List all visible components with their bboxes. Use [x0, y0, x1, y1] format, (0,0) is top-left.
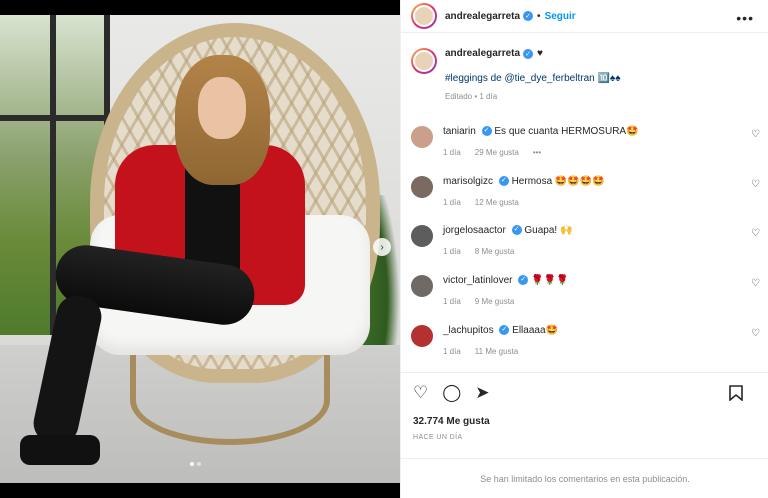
comment-likes[interactable]: 12 Me gusta [475, 198, 519, 207]
comment-item: victor_latinlover ✓ 🌹🌹🌹 1 día 9 Me gusta… [411, 275, 761, 306]
comment-like-heart-icon[interactable]: ♡ [751, 229, 761, 239]
comment-like-heart-icon[interactable]: ♡ [751, 329, 761, 339]
photo-chair-base [130, 355, 330, 445]
carousel-dot [197, 462, 201, 466]
caption-author-avatar[interactable] [411, 48, 437, 74]
comment-avatar[interactable] [411, 325, 433, 347]
comment-text: Es que cuanta HERMOSURA🤩 [494, 126, 639, 137]
header-separator: • [537, 10, 541, 22]
post-caption: andrealegarreta ✓ ♥ #leggings de @tie_dy… [411, 48, 759, 101]
photo-scene [0, 15, 400, 483]
comment-username[interactable]: _lachupitos [443, 325, 494, 336]
comment-time: 1 día [443, 347, 461, 356]
post-image[interactable]: › [0, 0, 400, 498]
comment-time: 1 día [443, 148, 461, 157]
verified-badge-icon: ✓ [523, 48, 534, 59]
comment-more-icon[interactable]: ••• [533, 148, 541, 157]
verified-badge-icon: ✓ [481, 126, 492, 137]
carousel-dot-active [190, 462, 194, 466]
comment-text: Hermosa 🤩🤩🤩🤩 [511, 176, 605, 187]
more-options-icon[interactable]: ••• [736, 10, 754, 26]
comment-item: taniarin ✓ Es que cuanta HERMOSURA🤩 1 dí… [411, 126, 761, 157]
verified-badge-icon: ✓ [511, 225, 522, 236]
post-header: andrealegarreta ✓ • Seguir ••• [401, 0, 768, 33]
comment-time: 1 día [443, 247, 461, 256]
comment-item: jorgelosaactor ✓ Guapa! 🙌 1 día 8 Me gus… [411, 225, 761, 256]
comment-likes[interactable]: 11 Me gusta [475, 347, 518, 356]
comment-username[interactable]: jorgelosaactor [443, 225, 506, 236]
chevron-right-icon: › [380, 241, 384, 253]
photo-face [198, 77, 246, 139]
post-sidebar: andrealegarreta ✓ • Seguir ••• andrealeg… [400, 0, 768, 498]
carousel-indicator [190, 462, 201, 466]
likes-count[interactable]: 32.774 Me gusta [413, 416, 490, 427]
comment-time: 1 día [443, 198, 461, 207]
comment-like-heart-icon[interactable]: ♡ [751, 180, 761, 190]
comment-likes[interactable]: 8 Me gusta [475, 247, 515, 256]
share-send-icon[interactable]: ➤ [475, 384, 489, 401]
verified-badge-icon: ✓ [518, 275, 529, 286]
comment-like-heart-icon[interactable]: ♡ [751, 130, 761, 140]
comment-username[interactable]: marisolgizc [443, 176, 493, 187]
comment-likes[interactable]: 29 Me gusta [475, 148, 519, 157]
comment-text: Ellaaaa🤩 [512, 325, 558, 336]
caption-username[interactable]: andrealegarreta [445, 48, 520, 59]
verified-badge-icon: ✓ [523, 11, 534, 21]
post-date: HACE UN DÍA [413, 434, 463, 441]
comment-item: _lachupitos ✓ Ellaaaa🤩 1 día 11 Me gusta… [411, 325, 761, 356]
comment-text: 🌹🌹🌹 [531, 275, 569, 286]
verified-badge-icon: ✓ [498, 176, 509, 187]
comment-bubble-icon[interactable]: ◯ [442, 384, 461, 401]
comment-item: marisolgizc ✓ Hermosa 🤩🤩🤩🤩 1 día 12 Me g… [411, 176, 761, 207]
comment-username[interactable]: victor_latinlover [443, 275, 512, 286]
verified-badge-icon: ✓ [499, 325, 510, 336]
comment-username[interactable]: taniarin [443, 126, 476, 137]
caption-heart: ♥ [537, 48, 543, 59]
comment-avatar[interactable] [411, 126, 433, 148]
comment-likes[interactable]: 9 Me gusta [475, 297, 515, 306]
post-actions-bar: ♡ ◯ ➤ [401, 372, 768, 412]
instagram-post: › andrealegarreta ✓ • Seguir ••• andreal… [0, 0, 768, 498]
caption-meta: Editado • 1 día [445, 92, 498, 101]
comment-like-heart-icon[interactable]: ♡ [751, 279, 761, 289]
follow-button[interactable]: Seguir [545, 11, 576, 22]
comment-avatar[interactable] [411, 176, 433, 198]
comment-text: Guapa! 🙌 [524, 225, 573, 236]
like-heart-icon[interactable]: ♡ [413, 384, 428, 401]
comment-avatar[interactable] [411, 225, 433, 247]
next-slide-button[interactable]: › [373, 238, 391, 256]
photo-shoe [20, 435, 100, 465]
author-avatar[interactable] [411, 3, 437, 29]
author-username[interactable]: andrealegarreta [445, 11, 520, 22]
comments-limited-notice: Se han limitado los comentarios en esta … [401, 458, 768, 498]
comment-avatar[interactable] [411, 275, 433, 297]
comment-time: 1 día [443, 297, 461, 306]
caption-text[interactable]: #leggings de @tie_dye_ferbeltran 🔟♠♠ [445, 73, 621, 84]
bookmark-icon[interactable] [729, 385, 743, 404]
